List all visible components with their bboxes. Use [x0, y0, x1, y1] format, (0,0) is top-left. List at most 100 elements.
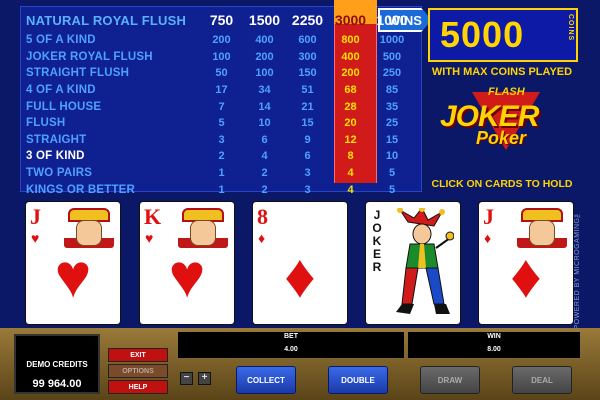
paytable-hand-name: TWO PAIRS: [26, 167, 93, 180]
win-display: 5000 COINS: [428, 8, 578, 62]
paytable-row: TWO PAIRS 1 2 3 4 5: [22, 165, 422, 182]
paytable-hand-name: STRAIGHT: [26, 133, 87, 146]
card-jack-of-diamonds[interactable]: J ♦ ♦: [479, 202, 573, 324]
decrease-bet-button[interactable]: −: [180, 372, 193, 385]
paytable-payout: 9: [304, 133, 311, 146]
paytable-payout: 85: [385, 84, 399, 97]
double-button[interactable]: DOUBLE: [328, 366, 388, 394]
options-button[interactable]: OPTIONS: [108, 364, 168, 378]
card-row: J ♥ ♥ K ♥ ♥ 8 ♦ ♦ JOKER J ♦ ♦: [0, 200, 600, 326]
paytable-column-header-selected: 3000: [334, 12, 367, 28]
paytable-hand-name: FULL HOUSE: [26, 100, 102, 113]
paytable-payout: 35: [385, 100, 399, 113]
paytable-payout: 51: [301, 84, 314, 97]
paytable-payout-selected: 800: [341, 34, 360, 47]
paytable-payout: 100: [255, 67, 274, 80]
paytable-hand-name: 4 OF A KIND: [26, 84, 96, 97]
paytable-hand-name: STRAIGHT FLUSH: [26, 67, 130, 80]
paytable-payout: 300: [298, 50, 317, 63]
paytable-payout: 100: [212, 50, 231, 63]
paytable-payout-selected: 12: [344, 133, 357, 146]
logo-poker-text: Poker: [476, 128, 527, 148]
coins-label: COINS: [567, 14, 574, 42]
heart-icon: ♥: [54, 242, 92, 311]
paytable-payout-selected: 8: [347, 150, 354, 163]
paytable-row: 4 OF A KIND 17 34 51 68 85: [22, 82, 422, 99]
diamond-icon: ♦: [510, 242, 542, 311]
win-label: WIN: [487, 333, 501, 340]
paytable-row: STRAIGHT 3 6 9 12 15: [22, 132, 422, 149]
card-joker[interactable]: JOKER: [366, 202, 460, 324]
paytable-payout: 14: [258, 100, 271, 113]
paytable-payout: 200: [255, 50, 274, 63]
paytable-payout: 5: [388, 183, 396, 196]
paytable-payout: 2: [261, 167, 268, 180]
paytable-payout-selected: 400: [341, 50, 360, 63]
paytable-payout: 600: [298, 34, 317, 47]
paytable-header-row: NATURAL ROYAL FLUSH 750 1500 2250 3000 1…: [22, 8, 422, 32]
paytable-payout: 1000: [379, 34, 405, 47]
paytable-payout: 1: [218, 167, 225, 180]
heart-icon: ♥: [168, 242, 206, 311]
paytable-hand-name: NATURAL ROYAL FLUSH: [26, 12, 187, 28]
bet-readout: BET 4.00: [178, 332, 404, 358]
card-rank: J: [30, 204, 41, 229]
card-eight-of-diamonds[interactable]: 8 ♦ ♦: [253, 202, 347, 324]
draw-button[interactable]: DRAW: [420, 366, 480, 394]
credits-label: DEMO CREDITS: [26, 360, 88, 369]
card-jack-of-hearts[interactable]: J ♥ ♥: [26, 202, 120, 324]
paytable-hand-name: FLUSH: [26, 117, 66, 130]
increase-bet-button[interactable]: +: [198, 372, 211, 385]
paytable-payout: 4: [261, 150, 268, 163]
paytable-payout: 6: [304, 150, 311, 163]
max-coins-caption: WITH MAX COINS PLAYED: [431, 66, 573, 78]
paytable-payout: 3: [304, 167, 311, 180]
paytable-payout: 3: [218, 133, 225, 146]
paytable-payout: 400: [255, 34, 274, 47]
deal-button[interactable]: DEAL: [512, 366, 572, 394]
paytable-payout: 15: [385, 133, 399, 146]
paytable-column-header: 750: [209, 12, 234, 28]
credits-display: DEMO CREDITS 99 964.00: [14, 334, 100, 394]
diamond-icon: ♦: [258, 230, 266, 246]
win-value: 8.00: [487, 346, 501, 353]
jester-icon: [390, 206, 455, 320]
collect-button[interactable]: COLLECT: [236, 366, 296, 394]
paytable-payout: 5: [388, 167, 396, 180]
paytable-hand-name: 3 OF KIND: [26, 150, 85, 163]
paytable-payout: 1: [218, 183, 225, 196]
paytable-payout: 2: [261, 183, 268, 196]
paytable-payout: 34: [258, 84, 271, 97]
paytable-rows: 5 OF A KIND 200 400 600 800 1000 JOKER ROYAL F…: [22, 32, 422, 198]
paytable-payout: 250: [382, 67, 402, 80]
card-rank: 8: [257, 204, 268, 229]
paytable-payout: 10: [385, 150, 399, 163]
paytable-payout: 7: [218, 100, 225, 113]
paytable-payout: 25: [385, 117, 399, 130]
paytable-column-header: 1500: [248, 12, 281, 28]
paytable-payout: 50: [215, 67, 228, 80]
paytable: NATURAL ROYAL FLUSH 750 1500 2250 3000 1…: [22, 8, 422, 196]
paytable-payout: 15: [301, 117, 314, 130]
card-king-of-hearts[interactable]: K ♥ ♥: [140, 202, 234, 324]
paytable-payout: 3: [304, 183, 311, 196]
paytable-payout: 10: [258, 117, 271, 130]
exit-button[interactable]: EXIT: [108, 348, 168, 362]
credits-value: 99 964.00: [32, 378, 82, 390]
card-rank: K: [144, 204, 162, 229]
paytable-payout: 2: [218, 150, 225, 163]
win-amount: 5000: [440, 14, 525, 55]
help-button[interactable]: HELP: [108, 380, 168, 394]
paytable-payout: 21: [301, 100, 314, 113]
video-poker-screen: NATURAL ROYAL FLUSH 750 1500 2250 3000 1…: [0, 0, 600, 400]
paytable-row: FLUSH 5 10 15 20 25: [22, 115, 422, 132]
paytable-row: STRAIGHT FLUSH 50 100 150 200 250: [22, 65, 422, 82]
paytable-payout-selected: 4: [347, 167, 354, 180]
bet-label: BET: [284, 333, 298, 340]
paytable-payout: 5: [218, 117, 225, 130]
paytable-payout-selected: 4: [347, 183, 354, 196]
heart-icon: ♥: [31, 230, 40, 246]
paytable-hand-name: JOKER ROYAL FLUSH: [26, 50, 153, 63]
paytable-hand-name: KINGS OR BETTER: [26, 183, 136, 196]
paytable-row: KINGS OR BETTER 1 2 3 4 5: [22, 181, 422, 198]
